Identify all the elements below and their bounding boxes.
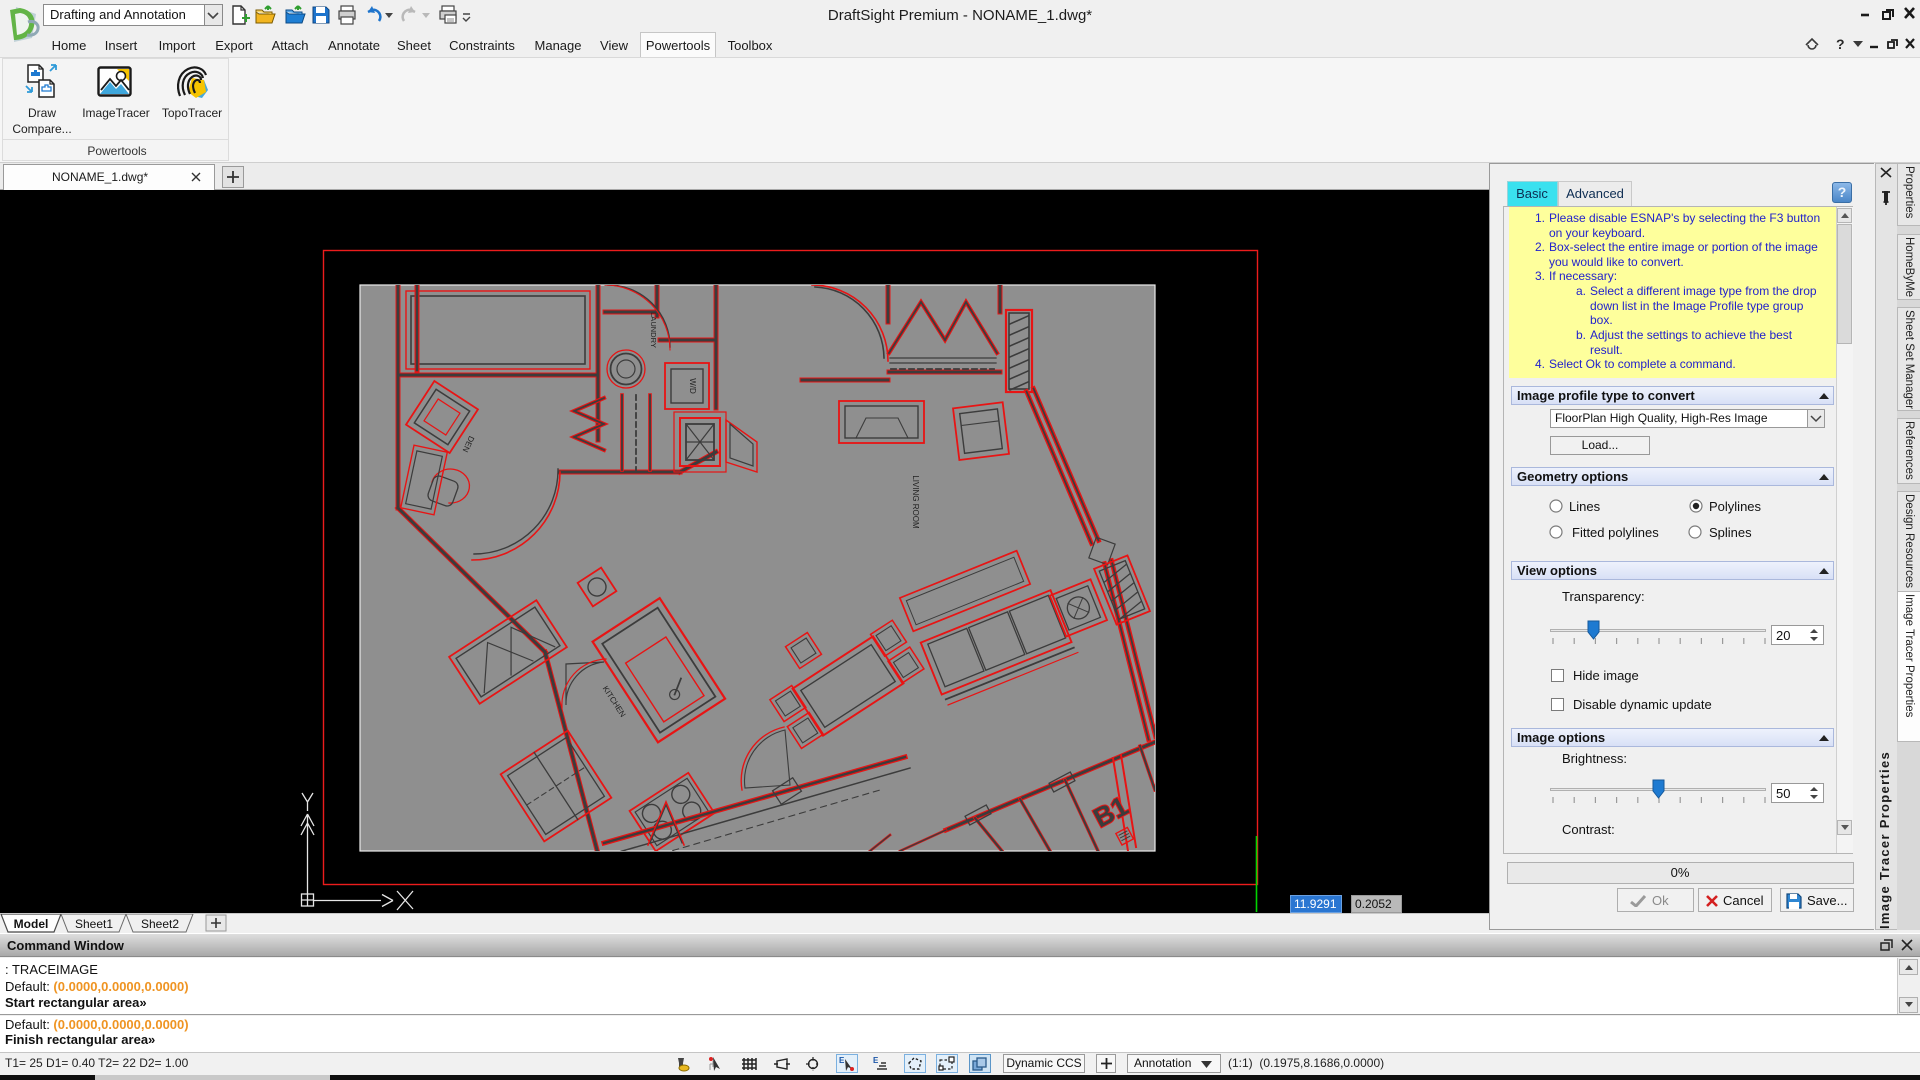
svg-text:E: E xyxy=(873,1056,879,1065)
svg-text:LAUNDRY: LAUNDRY xyxy=(649,312,658,348)
svg-text:Sheet1: Sheet1 xyxy=(75,917,113,931)
svg-text:W/D: W/D xyxy=(688,378,697,394)
svg-text:?: ? xyxy=(1836,36,1845,52)
svg-text:Sheet2: Sheet2 xyxy=(141,917,179,931)
svg-text:Model: Model xyxy=(14,917,49,931)
svg-text:E: E xyxy=(839,1056,845,1065)
svg-text:LIVING ROOM: LIVING ROOM xyxy=(911,475,920,529)
